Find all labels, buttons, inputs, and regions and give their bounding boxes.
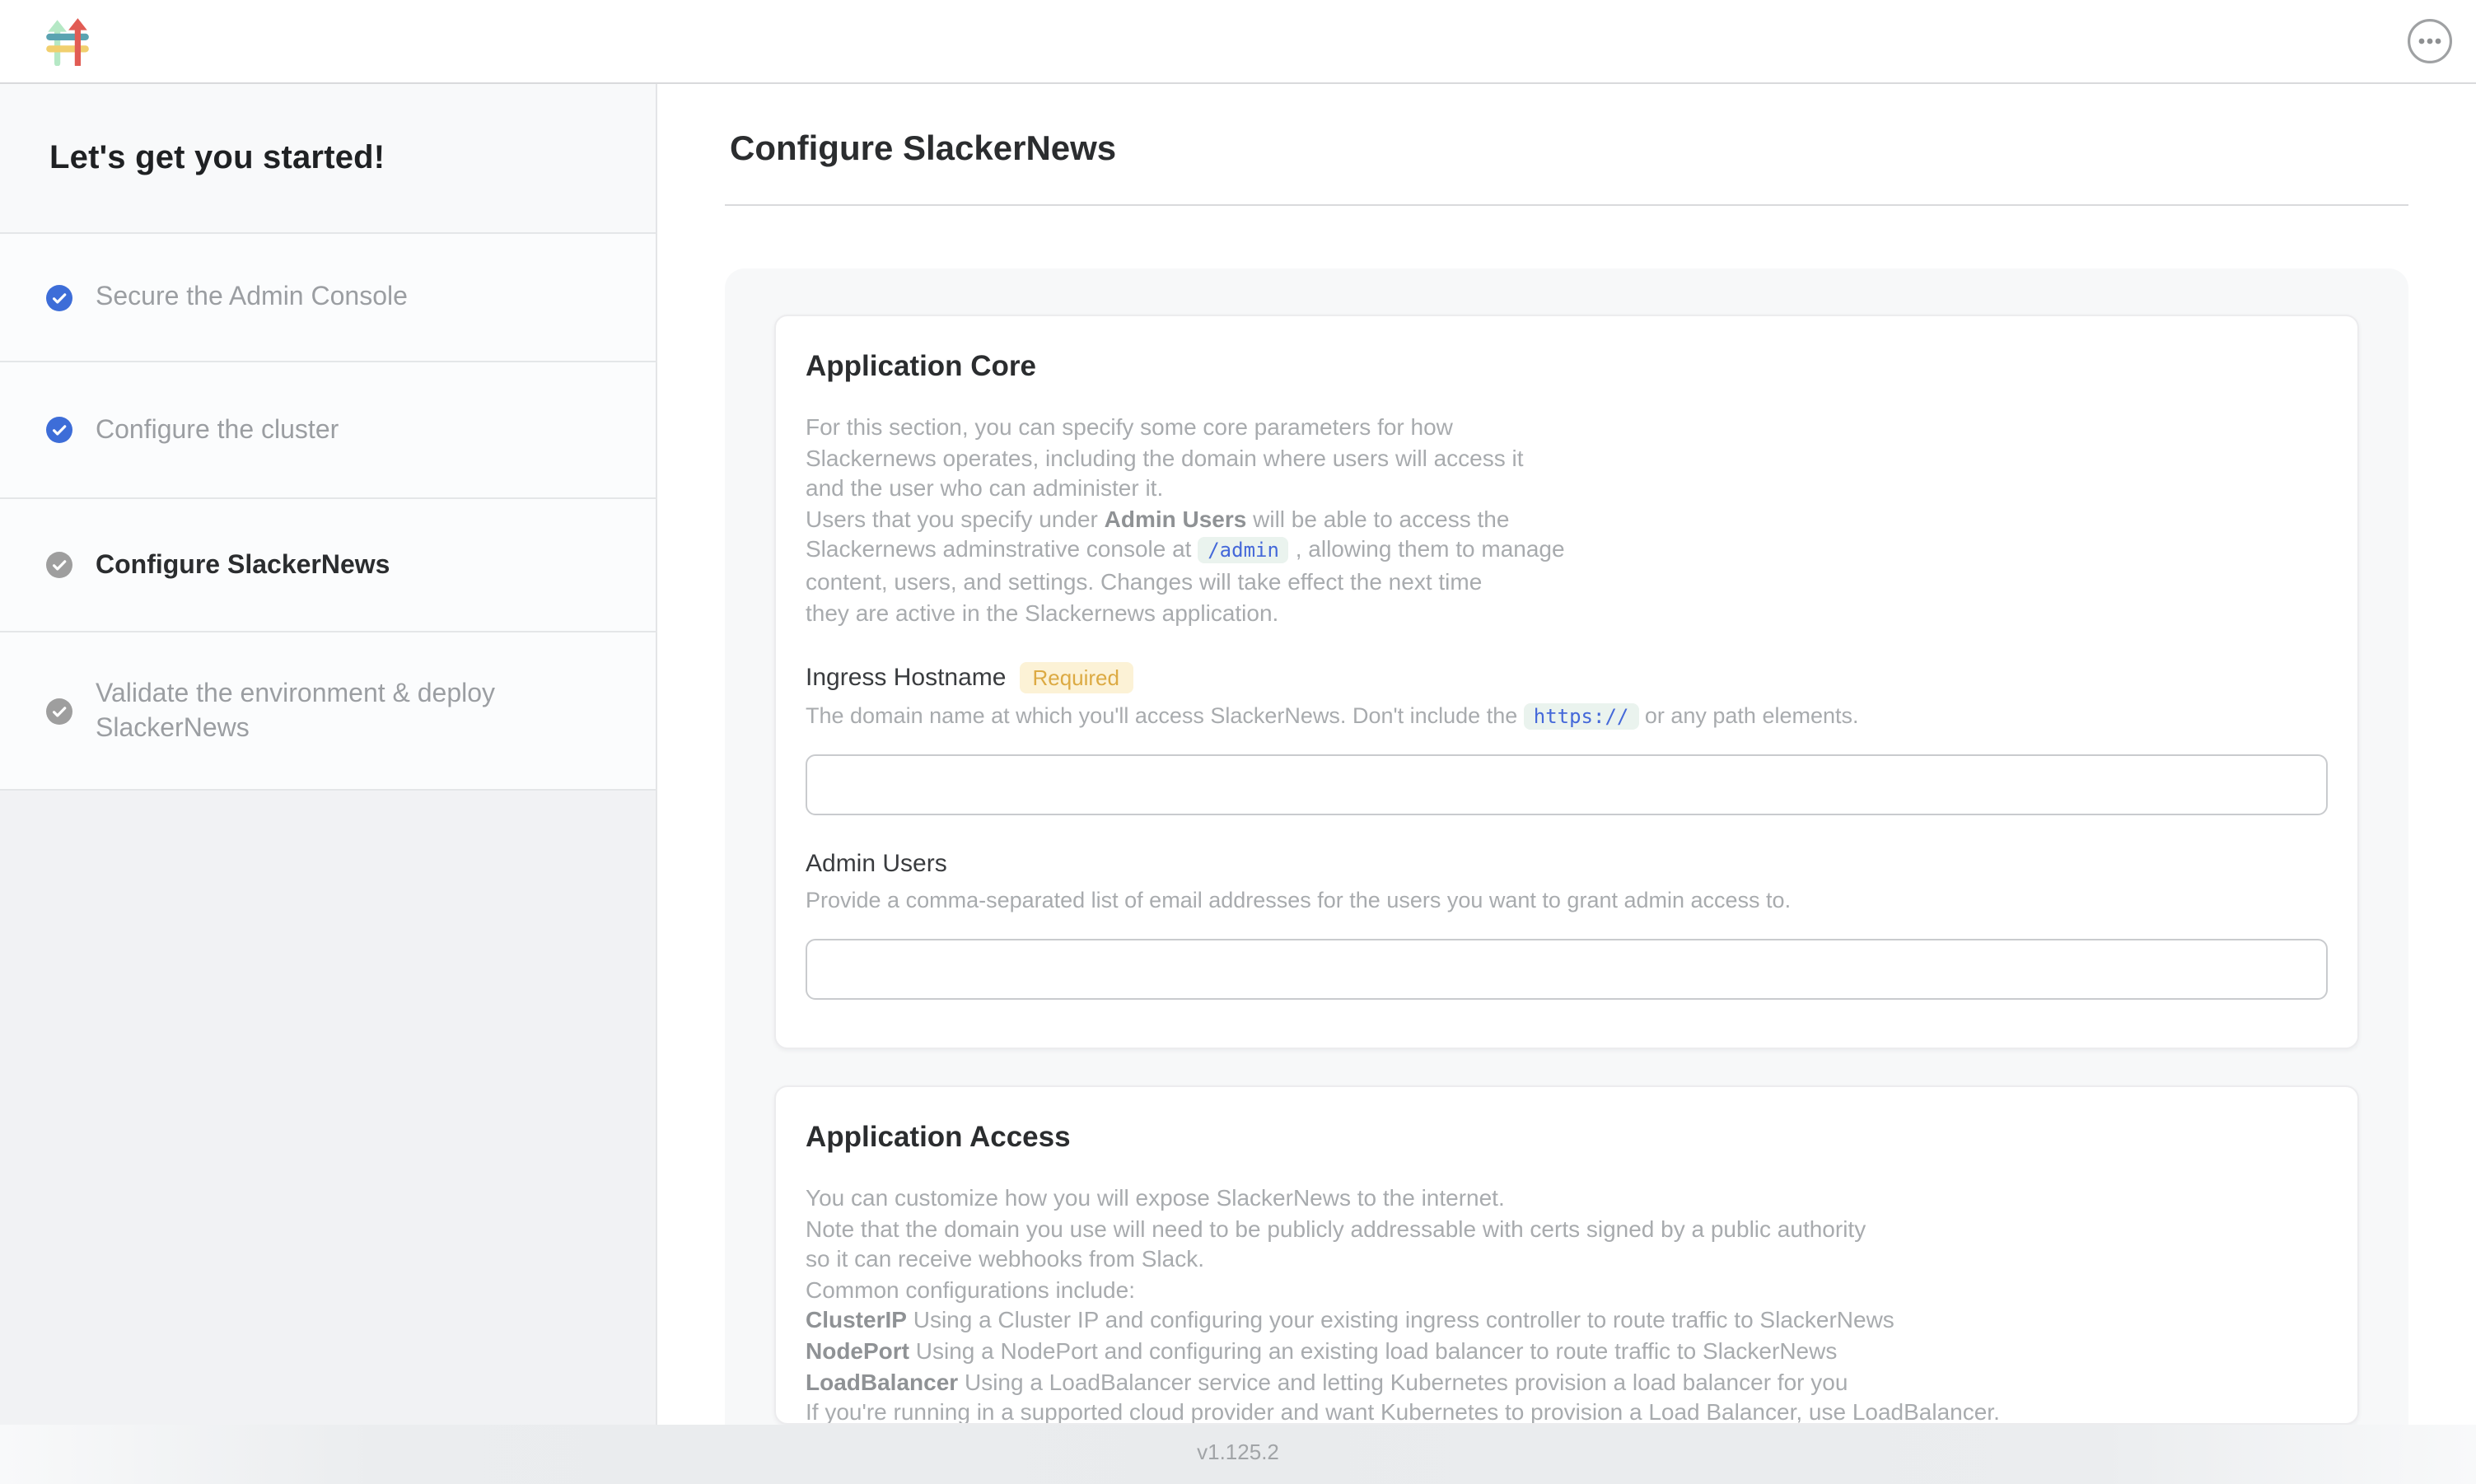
- required-badge: Required: [1019, 662, 1133, 693]
- sidebar-step-configure-slackernews[interactable]: Configure SlackerNews: [0, 499, 656, 632]
- sidebar-step-validate-deploy[interactable]: Validate the environment & deploy Slacke…: [0, 632, 656, 791]
- sidebar-filler: [0, 791, 656, 1425]
- sidebar-step-secure-admin-console[interactable]: Secure the Admin Console: [0, 234, 656, 362]
- sidebar-title: Let's get you started!: [49, 139, 385, 177]
- card-title: Application Core: [806, 349, 2328, 384]
- version-label: v1.125.2: [0, 1425, 2476, 1481]
- step-label: Configure the cluster: [96, 413, 339, 447]
- application-access-card: Application Access You can customize how…: [774, 1085, 2359, 1425]
- check-circle-icon: [46, 417, 72, 443]
- admin-users-input[interactable]: [806, 939, 2328, 1000]
- check-circle-icon: [46, 552, 72, 578]
- slackernews-logo-icon: [46, 15, 89, 66]
- application-core-card: Application Core For this section, you c…: [774, 315, 2359, 1049]
- config-panel: Application Core For this section, you c…: [725, 268, 2408, 1425]
- step-label: Configure SlackerNews: [96, 548, 390, 582]
- title-divider: [725, 204, 2408, 206]
- setup-wizard-app: Let's get you started! Secure the Admin …: [0, 0, 2476, 1484]
- card-description: You can customize how you will expose Sl…: [806, 1183, 2328, 1425]
- ingress-hostname-help: The domain name at which you'll access S…: [806, 702, 2328, 731]
- ingress-hostname-label: Ingress Hostname: [806, 664, 1006, 692]
- ingress-hostname-input[interactable]: [806, 754, 2328, 815]
- card-title: Application Access: [806, 1120, 2328, 1155]
- step-label: Validate the environment & deploy Slacke…: [96, 676, 544, 745]
- admin-users-help: Provide a comma-separated list of email …: [806, 886, 2328, 916]
- sidebar-step-configure-cluster[interactable]: Configure the cluster: [0, 362, 656, 499]
- sidebar-header: Let's get you started!: [0, 84, 656, 234]
- ingress-hostname-field-group: Ingress Hostname Required The domain nam…: [806, 662, 2328, 815]
- top-header: [0, 0, 2476, 84]
- card-description: For this section, you can specify some c…: [806, 412, 2328, 628]
- step-label: Secure the Admin Console: [96, 280, 408, 315]
- setup-steps-sidebar: Let's get you started! Secure the Admin …: [0, 84, 657, 1425]
- main-content: Configure SlackerNews Application Core F…: [659, 84, 2476, 1425]
- admin-users-field-group: Admin Users Provide a comma-separated li…: [806, 850, 2328, 1000]
- check-circle-icon: [46, 284, 72, 310]
- footer-bar: v1.125.2: [0, 1425, 2476, 1484]
- ellipsis-icon: [2407, 44, 2453, 69]
- check-circle-icon: [46, 698, 72, 724]
- page-title: Configure SlackerNews: [730, 130, 2404, 170]
- admin-users-label: Admin Users: [806, 850, 947, 878]
- overflow-menu-button[interactable]: [2407, 18, 2453, 64]
